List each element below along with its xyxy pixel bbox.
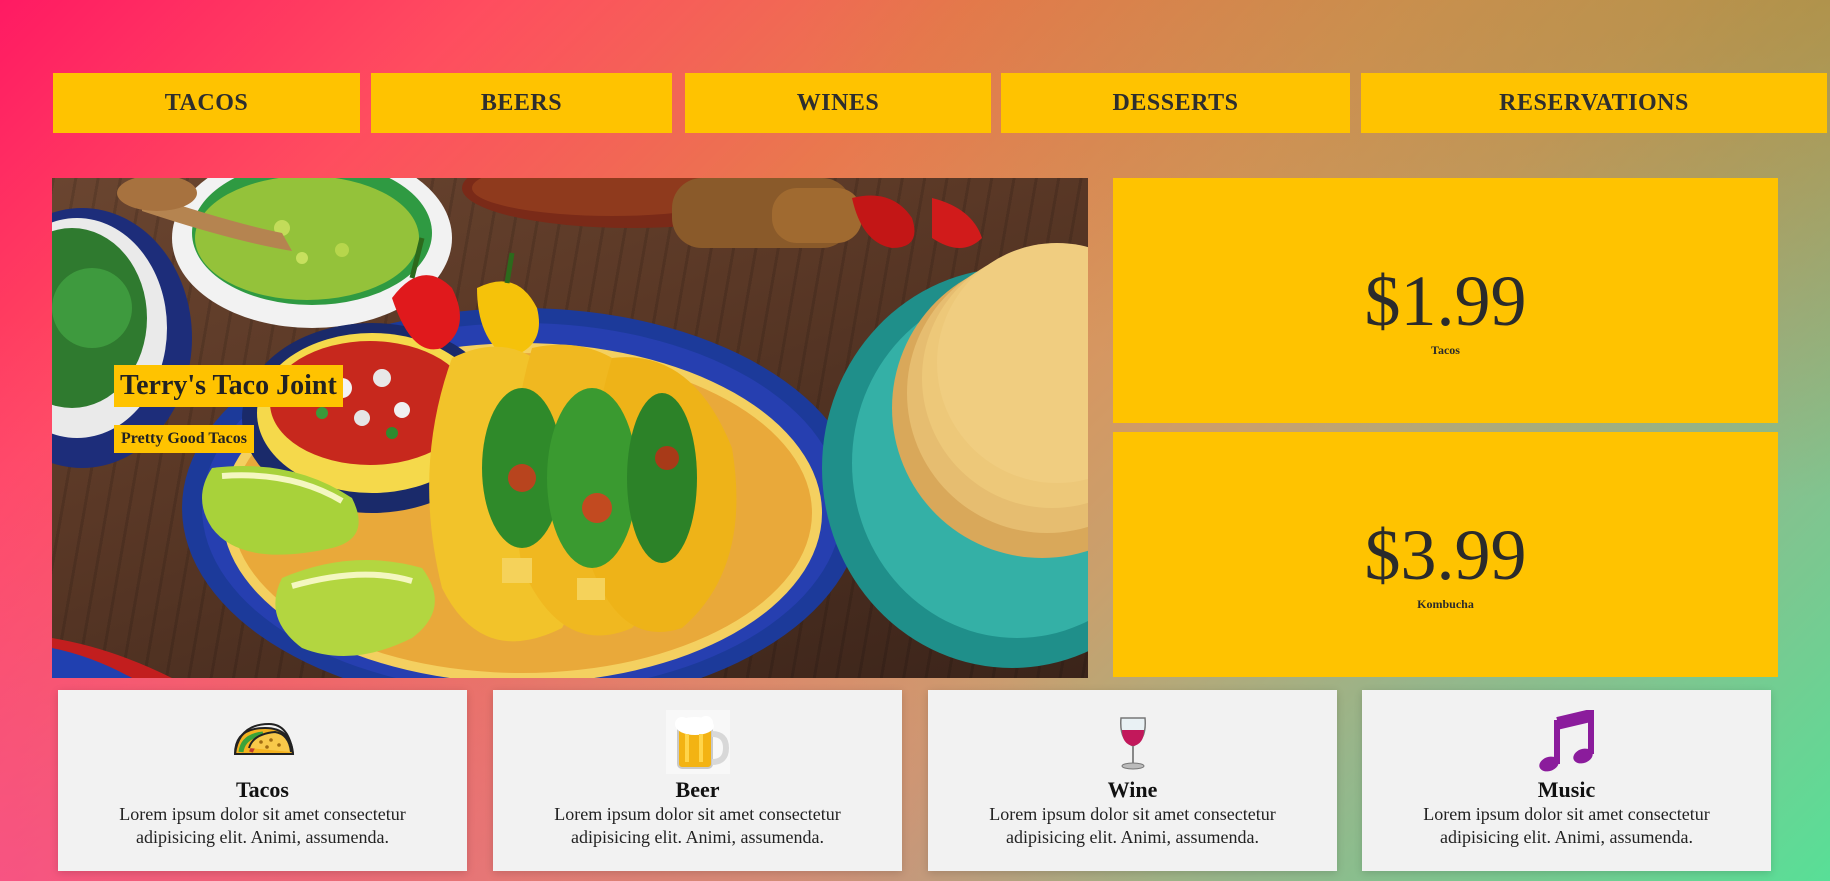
price-value: $1.99 bbox=[1364, 261, 1527, 341]
nav-wines[interactable]: WINES bbox=[685, 73, 991, 133]
feature-card-tacos: Tacos Lorem ipsum dolor sit amet consect… bbox=[58, 690, 467, 871]
feature-title: Wine bbox=[1107, 777, 1158, 802]
feature-text: Lorem ipsum dolor sit amet consectetur a… bbox=[554, 804, 841, 847]
price-value: $3.99 bbox=[1364, 515, 1527, 595]
price-label: Tacos bbox=[1431, 343, 1460, 357]
nav-reservations[interactable]: RESERVATIONS bbox=[1361, 73, 1827, 133]
beer-mug-icon bbox=[665, 710, 730, 774]
main-nav: TACOS BEERS WINES DESSERTS RESERVATIONS bbox=[53, 73, 1827, 133]
music-notes-icon bbox=[1538, 710, 1594, 772]
feature-text: Lorem ipsum dolor sit amet consectetur a… bbox=[1423, 804, 1710, 847]
nav-desserts[interactable]: DESSERTS bbox=[1001, 73, 1350, 133]
feature-title: Tacos bbox=[236, 777, 289, 802]
wine-glass-icon bbox=[1119, 717, 1146, 770]
feature-text: Lorem ipsum dolor sit amet consectetur a… bbox=[119, 804, 406, 847]
taco-icon bbox=[233, 722, 294, 755]
nav-tacos[interactable]: TACOS bbox=[53, 73, 360, 133]
feature-card-beer: Beer Lorem ipsum dolor sit amet consecte… bbox=[493, 690, 902, 871]
feature-card-music: Music Lorem ipsum dolor sit amet consect… bbox=[1362, 690, 1771, 871]
feature-card-wine: Wine Lorem ipsum dolor sit amet consecte… bbox=[928, 690, 1337, 871]
hero-banner: Terry's Taco Joint Pretty Good Tacos bbox=[52, 178, 1088, 678]
feature-text: Lorem ipsum dolor sit amet consectetur a… bbox=[989, 804, 1276, 847]
price-card-tacos: $1.99 Tacos bbox=[1113, 178, 1778, 423]
hero-subtitle: Pretty Good Tacos bbox=[114, 425, 254, 453]
feature-title: Music bbox=[1537, 777, 1596, 802]
hero-title: Terry's Taco Joint bbox=[114, 365, 343, 407]
price-label: Kombucha bbox=[1417, 597, 1474, 611]
price-card-kombucha: $3.99 Kombucha bbox=[1113, 432, 1778, 677]
nav-beers[interactable]: BEERS bbox=[371, 73, 672, 133]
feature-title: Beer bbox=[675, 777, 720, 802]
